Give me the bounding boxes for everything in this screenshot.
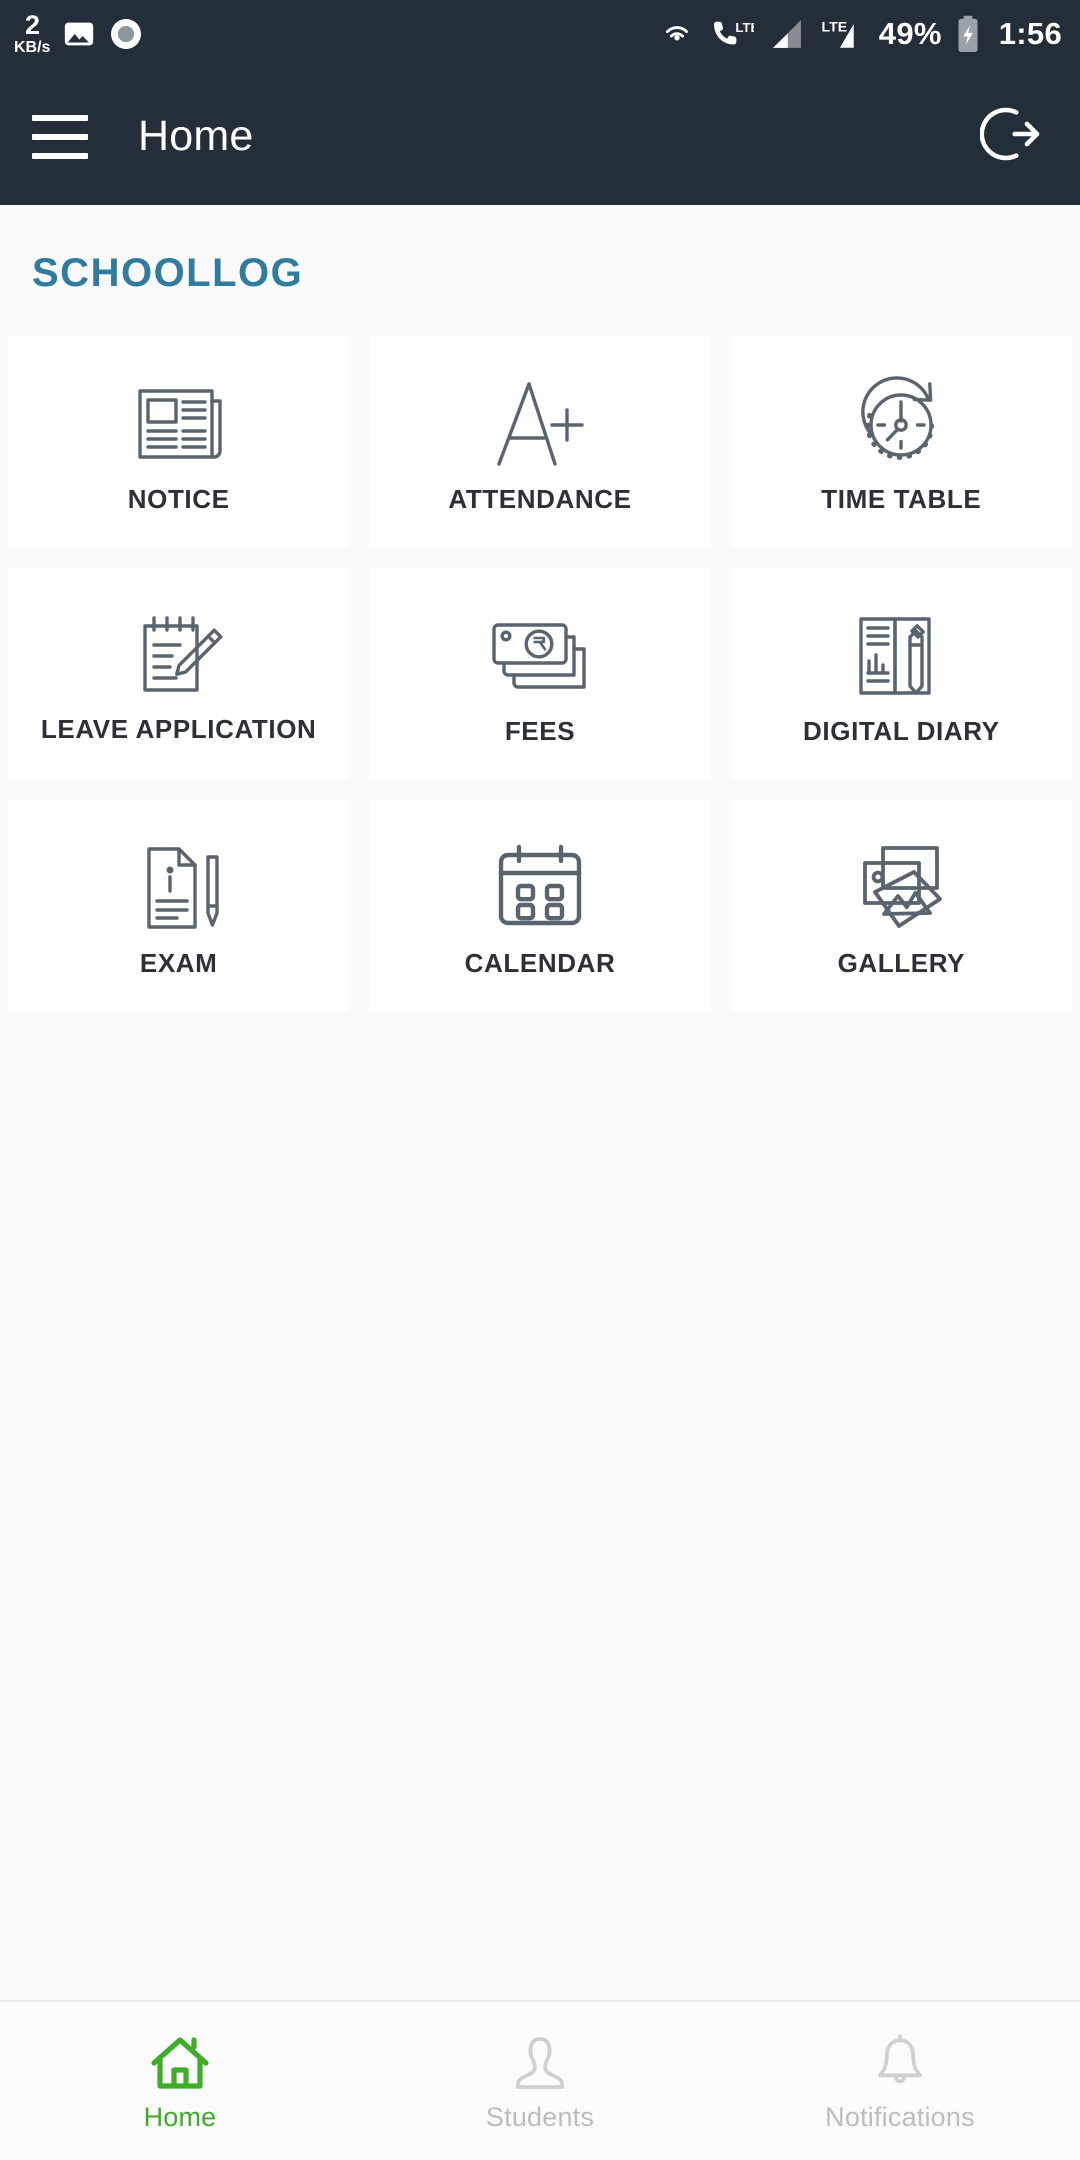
hamburger-line bbox=[32, 152, 88, 159]
nav-label: Home bbox=[143, 2101, 217, 2132]
tile-digital-diary[interactable]: DIGITAL DIARY bbox=[730, 568, 1072, 780]
photo-stack-icon bbox=[847, 834, 955, 942]
tile-notice[interactable]: NOTICE bbox=[8, 336, 350, 548]
newspaper-icon bbox=[127, 370, 231, 478]
tile-exam[interactable]: EXAM bbox=[8, 800, 350, 1012]
bell-icon bbox=[871, 2030, 929, 2092]
tile-label: CALENDAR bbox=[464, 947, 616, 978]
a-plus-grade-icon bbox=[487, 370, 593, 478]
image-icon bbox=[62, 17, 96, 51]
dashboard-grid: NOTICE ATTENDANCE TIME TABLE LEAVE APPLI… bbox=[0, 336, 1080, 1012]
tile-label: NOTICE bbox=[127, 483, 230, 514]
nav-item-students[interactable]: Students bbox=[360, 2030, 720, 2133]
tile-label: TIME TABLE bbox=[821, 483, 982, 514]
clock-refresh-icon bbox=[849, 370, 953, 478]
tile-label: EXAM bbox=[139, 947, 218, 978]
status-bar: 2 KB/s LTE bbox=[0, 0, 1080, 68]
person-icon bbox=[512, 2030, 568, 2092]
status-bar-left: 2 KB/s bbox=[14, 12, 144, 56]
signal-bars-icon-1 bbox=[767, 17, 807, 51]
tile-label: GALLERY bbox=[837, 947, 966, 978]
network-speed-value: 2 bbox=[24, 10, 40, 40]
svg-text:LTE: LTE bbox=[821, 19, 847, 35]
page-title: Home bbox=[138, 112, 254, 160]
tile-attendance[interactable]: ATTENDANCE bbox=[369, 336, 711, 548]
tile-time-table[interactable]: TIME TABLE bbox=[730, 336, 1072, 548]
tile-label: LEAVE APPLICATION bbox=[40, 713, 317, 744]
nav-item-notifications[interactable]: Notifications bbox=[720, 2030, 1080, 2133]
record-icon bbox=[108, 16, 144, 52]
rupee-banknotes-icon bbox=[485, 602, 595, 710]
nav-label: Notifications bbox=[825, 2101, 975, 2132]
tile-gallery[interactable]: GALLERY bbox=[730, 800, 1072, 1012]
hamburger-menu-icon[interactable] bbox=[32, 114, 88, 159]
calendar-icon bbox=[489, 834, 591, 942]
house-icon bbox=[149, 2030, 211, 2092]
bottom-navigation-bar: Home Students Notifications bbox=[0, 2000, 1080, 2160]
tile-leave-application[interactable]: LEAVE APPLICATION bbox=[8, 568, 350, 780]
battery-percent-label: 49% bbox=[878, 16, 942, 51]
clock-label: 1:56 bbox=[998, 16, 1062, 51]
exam-paper-pen-icon bbox=[127, 834, 231, 942]
status-bar-right: LTE LTE 49% 1:56 bbox=[659, 15, 1062, 53]
app-screen: 2 KB/s LTE bbox=[0, 0, 1080, 2160]
tile-label: DIGITAL DIARY bbox=[803, 715, 1000, 746]
open-book-pencil-icon bbox=[849, 602, 953, 710]
network-speed-unit: KB/s bbox=[14, 39, 51, 56]
battery-charging-icon bbox=[955, 15, 981, 53]
app-bar: Home bbox=[0, 68, 1080, 205]
hamburger-line bbox=[32, 114, 88, 121]
tile-label: ATTENDANCE bbox=[448, 483, 632, 514]
main-content: SCHOOLLOG NOTICE ATTENDANCE TIME TABLE L… bbox=[0, 205, 1080, 2000]
nav-label: Students bbox=[485, 2101, 595, 2132]
cast-icon bbox=[659, 16, 695, 52]
logout-icon[interactable] bbox=[979, 102, 1044, 171]
content-filler bbox=[0, 1012, 1080, 2000]
tile-calendar[interactable]: CALENDAR bbox=[369, 800, 711, 1012]
tile-fees[interactable]: FEES bbox=[369, 568, 711, 780]
brand-title: SCHOOLLOG bbox=[32, 251, 304, 295]
svg-text:LTE: LTE bbox=[735, 20, 754, 35]
network-speed-indicator: 2 KB/s bbox=[14, 12, 50, 56]
tile-label: FEES bbox=[504, 715, 576, 746]
notepad-pencil-icon bbox=[127, 604, 231, 712]
lte-label-icon: LTE bbox=[820, 17, 866, 51]
call-lte-icon: LTE bbox=[708, 16, 754, 52]
hamburger-line bbox=[32, 133, 88, 140]
nav-item-home[interactable]: Home bbox=[0, 2030, 360, 2133]
